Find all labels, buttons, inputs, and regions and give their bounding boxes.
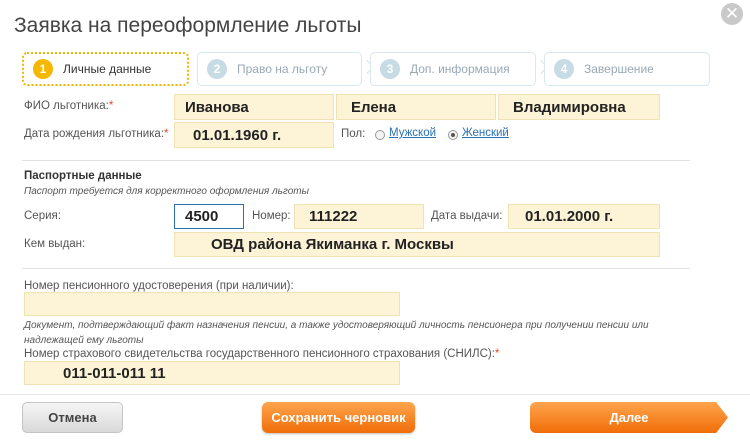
close-icon[interactable]: ✕ [721,3,743,25]
step-completion[interactable]: 4 Завершение [544,52,710,86]
cancel-button[interactable]: Отмена [22,402,123,433]
middle-name-field[interactable]: Владимировна [498,94,660,120]
step-number: 4 [554,59,574,79]
gender-female-radio[interactable] [448,130,458,140]
step-label: Доп. информация [410,62,510,76]
step-label: Право на льготу [237,62,328,76]
gender-male-label[interactable]: Мужской [389,127,436,139]
step-number: 1 [33,59,53,79]
issue-date-label: Дата выдачи: [431,210,503,222]
first-name-field[interactable]: Елена [336,94,496,120]
step-number: 2 [207,59,227,79]
snils-field[interactable]: 011-011-011 11 [24,361,400,385]
step-personal-data[interactable]: 1 Личные данные [22,52,189,86]
birth-date-field[interactable]: 01.01.1960 г. [174,122,334,148]
pension-cert-hint: Документ, подтверждающий факт назначения… [24,320,649,346]
pension-cert-field[interactable] [24,292,400,316]
issued-by-label: Кем выдан: [24,238,86,250]
step-benefit-right[interactable]: 2 Право на льготу [197,52,362,86]
step-extra-info[interactable]: 3 Доп. информация [370,52,536,86]
next-button[interactable]: Далее [530,402,728,433]
snils-label: Номер страхового свидетельства государст… [24,348,500,360]
dialog-title: Заявка на переоформление льготы [14,14,362,37]
passport-hint: Паспорт требуется для корректного оформл… [24,186,309,197]
gender-label: Пол: [341,128,366,140]
footer-divider [0,394,750,395]
fio-label: ФИО льготника:* [24,100,114,112]
step-number: 3 [380,59,400,79]
step-label: Завершение [584,62,654,76]
passport-number-label: Номер: [252,210,291,222]
gender-male-radio[interactable] [375,130,385,140]
issue-date-field[interactable]: 01.01.2000 г. [508,204,660,229]
pension-cert-label: Номер пенсионного удостоверения (при нал… [24,280,294,292]
passport-section-title: Паспортные данные [24,170,142,182]
step-label: Личные данные [63,62,152,76]
issued-by-field[interactable]: ОВД района Якиманка г. Москвы [174,232,660,257]
last-name-field[interactable]: Иванова [174,94,334,120]
divider [22,268,690,269]
birth-date-label: Дата рождения льготника:* [24,128,169,140]
divider [22,160,690,161]
passport-series-label: Серия: [24,210,61,222]
save-draft-button[interactable]: Сохранить черновик [262,402,415,433]
gender-female-label[interactable]: Женский [462,127,509,139]
passport-series-input[interactable]: 4500 [174,204,244,229]
passport-number-field[interactable]: 111222 [294,204,424,229]
